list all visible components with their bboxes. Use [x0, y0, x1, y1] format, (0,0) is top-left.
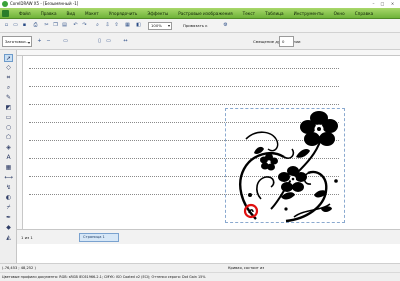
pick-tool-icon[interactable]: ➚: [4, 54, 13, 62]
duplicate-offset-field[interactable]: 0: [279, 36, 294, 47]
text-tool-icon[interactable]: A: [4, 154, 13, 162]
portrait-icon[interactable]: ▯: [96, 38, 103, 45]
import-icon[interactable]: ⇩: [104, 22, 111, 29]
remove-preset-icon[interactable]: −: [45, 38, 52, 45]
menu-view[interactable]: Вид: [62, 8, 81, 19]
redo-icon[interactable]: ↷: [81, 22, 88, 29]
minimize-button[interactable]: –: [370, 1, 377, 6]
zoom-select[interactable]: 100%: [148, 22, 172, 30]
floral-ornament-image: [239, 111, 338, 223]
status-bar: (-76,453 ; 48,252 ) Кривая, состоит из: [0, 263, 400, 272]
menu-layout[interactable]: Макет: [80, 8, 104, 19]
workspace-bottom: [17, 244, 400, 263]
freehand-tool-icon[interactable]: ✎: [4, 94, 13, 102]
export-icon[interactable]: ⇧: [113, 22, 120, 29]
rectangle-tool-icon[interactable]: ▭: [4, 114, 13, 122]
menu-edit[interactable]: Правка: [36, 8, 62, 19]
new-document-icon[interactable]: ▫: [3, 22, 10, 29]
cut-icon[interactable]: ✂: [43, 22, 50, 29]
paste-icon[interactable]: ▤: [61, 22, 68, 29]
page-counter[interactable]: 1 из 1: [21, 232, 33, 243]
save-icon[interactable]: ▪: [21, 22, 28, 29]
outline-tool-icon[interactable]: ✒: [4, 214, 13, 222]
add-preset-icon[interactable]: +: [36, 38, 43, 45]
menu-bitmaps[interactable]: Растровые изображения: [173, 8, 237, 19]
ellipse-tool-icon[interactable]: ○: [4, 124, 13, 132]
landscape-icon[interactable]: ▭: [105, 38, 112, 45]
snap-to-dropdown[interactable]: Привязать к: [183, 22, 208, 30]
search-icon[interactable]: ⌕: [94, 22, 101, 29]
flower-medium: [278, 166, 307, 192]
print-icon[interactable]: ⎙: [32, 22, 39, 29]
close-button[interactable]: ×: [389, 1, 396, 6]
preset-select[interactable]: Заготовки...: [2, 36, 32, 47]
menu-text[interactable]: Текст: [238, 8, 260, 19]
menu-arrange[interactable]: Упорядочить: [104, 8, 143, 19]
document-menu-icon[interactable]: [2, 10, 9, 17]
standard-toolbar: ▫ ▭ ▪ ⎙ ✂ ❐ ▤ ↶ ↷ ⌕ ⇩ ⇧ ▦ ◧ 100% Привяза…: [0, 19, 400, 33]
toolbox-footer: [0, 244, 17, 263]
toolbox: ➚ ◇ ⌗ ⌕ ✎ ◩ ▭ ○ ⬠ ◈ A ▦ ⟷ ↯ ◐ ⌿ ✒ ◆ ◭: [0, 50, 17, 250]
blend-tool-icon[interactable]: ◐: [4, 194, 13, 202]
menu-file[interactable]: Файл: [14, 8, 36, 19]
menu-table[interactable]: Таблица: [260, 8, 289, 19]
page-navigator: 1 из 1 Страница 1: [17, 229, 400, 244]
zoom-tool-icon[interactable]: ⌕: [4, 84, 13, 92]
options-icon[interactable]: ⚙: [222, 22, 229, 29]
open-icon[interactable]: ▭: [12, 22, 19, 29]
property-bar: Заготовки... + − ▭ ▯ ▭ ↔ Смещение дубля …: [0, 33, 400, 50]
eyedropper-tool-icon[interactable]: ⌿: [4, 204, 13, 212]
window-title: CorelDRAW X5 - [Безымянный -1]: [10, 1, 79, 6]
menu-items: Файл Правка Вид Макет Упорядочить Эффект…: [14, 8, 378, 19]
welcome-screen-icon[interactable]: ◧: [135, 22, 142, 29]
selected-ornament-graphic[interactable]: [225, 108, 345, 223]
guide-line: [29, 68, 339, 69]
app-icon: [2, 1, 8, 7]
title-bar: CorelDRAW X5 - [Безымянный -1] – □ ×: [0, 0, 400, 8]
page-tab[interactable]: Страница 1: [79, 233, 119, 242]
basic-shapes-icon[interactable]: ◈: [4, 144, 13, 152]
units-icon[interactable]: ↔: [122, 38, 129, 45]
guide-line: [29, 104, 339, 105]
guide-line: [29, 86, 339, 87]
shape-tool-icon[interactable]: ◇: [4, 64, 13, 72]
paper-size-icon[interactable]: ▭: [62, 38, 69, 45]
fill-tool-icon[interactable]: ◆: [4, 224, 13, 232]
dimension-tool-icon[interactable]: ⟷: [4, 174, 13, 182]
menu-bar: Файл Правка Вид Макет Упорядочить Эффект…: [0, 8, 400, 19]
menu-help[interactable]: Справка: [350, 8, 378, 19]
app-launcher-icon[interactable]: ▦: [124, 22, 131, 29]
smart-fill-icon[interactable]: ◩: [4, 104, 13, 112]
connector-tool-icon[interactable]: ↯: [4, 184, 13, 192]
menu-tools[interactable]: Инструменты: [289, 8, 329, 19]
drawing-canvas[interactable]: [23, 56, 400, 229]
color-profile-info[interactable]: Цветовые профили документа: RGB: sRGB IE…: [2, 273, 206, 281]
menu-window[interactable]: Окно: [329, 8, 350, 19]
table-tool-icon[interactable]: ▦: [4, 164, 13, 172]
flower-small: [260, 153, 278, 171]
polygon-tool-icon[interactable]: ⬠: [4, 134, 13, 142]
menu-effects[interactable]: Эффекты: [142, 8, 173, 19]
maximize-button[interactable]: □: [379, 1, 386, 6]
copy-icon[interactable]: ❐: [52, 22, 59, 29]
undo-icon[interactable]: ↶: [72, 22, 79, 29]
interactive-fill-icon[interactable]: ◭: [4, 234, 13, 242]
flower-large: [300, 111, 338, 146]
color-profile-bar: Цветовые профили документа: RGB: sRGB IE…: [0, 272, 400, 281]
crop-tool-icon[interactable]: ⌗: [4, 74, 13, 82]
